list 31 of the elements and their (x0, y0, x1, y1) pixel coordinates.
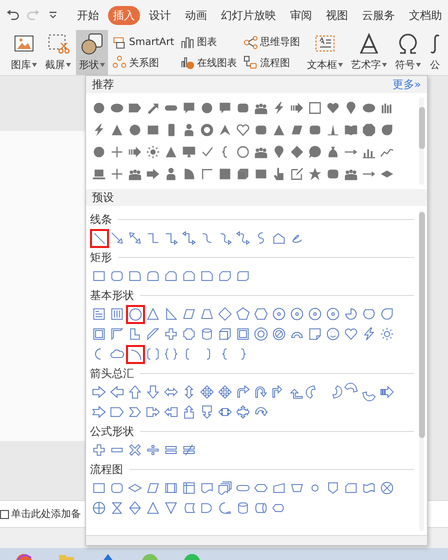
ribbon-tab[interactable]: 开始 (72, 6, 104, 24)
gallery-button[interactable]: 图库 (8, 30, 40, 75)
mindmap-button[interactable]: 思维导图 (241, 34, 302, 51)
screenshot-button[interactable]: 截屏 (42, 30, 74, 75)
online-chart-button[interactable]: 在线图表 (178, 54, 240, 72)
chart-button[interactable]: 图表 (178, 34, 240, 51)
category-label: 线条 (90, 212, 112, 226)
category-label: 基本形状 (90, 288, 134, 302)
flowchart-button[interactable]: 流程图 (241, 54, 302, 72)
notes-placeholder[interactable]: 单击此处添加备 (11, 507, 81, 521)
ribbon-tab[interactable]: 审阅 (285, 6, 317, 24)
category-label: 公式形状 (90, 424, 134, 438)
symbol-button[interactable]: 符号 (392, 30, 424, 75)
shapes-button[interactable]: 形状 (76, 30, 108, 75)
ribbon-tab[interactable]: 文档助 (404, 6, 447, 24)
smartart-button[interactable]: SmartArt (110, 34, 176, 51)
category-label: 箭头总汇 (90, 366, 134, 380)
category-label: 流程图 (90, 462, 123, 476)
ribbon-tab[interactable]: 动画 (180, 6, 212, 24)
ribbon-tab[interactable]: 云服务 (357, 6, 400, 24)
ribbon-tab[interactable]: 幻灯片放映 (216, 6, 281, 24)
formula-button[interactable]: 公 (426, 30, 444, 75)
wordart-button[interactable]: 艺术字 (348, 30, 390, 75)
ribbon-tab[interactable]: 设计 (144, 6, 176, 24)
textbox-button[interactable]: 文本框 (304, 30, 346, 75)
more-link[interactable]: 更多» (392, 77, 421, 92)
relation-button[interactable]: 关系图 (110, 54, 176, 72)
category-label: 矩形 (90, 250, 112, 264)
section-title: 预设 (92, 190, 114, 205)
ribbon-tab[interactable]: 视图 (321, 6, 353, 24)
section-title: 推荐 (92, 77, 114, 92)
